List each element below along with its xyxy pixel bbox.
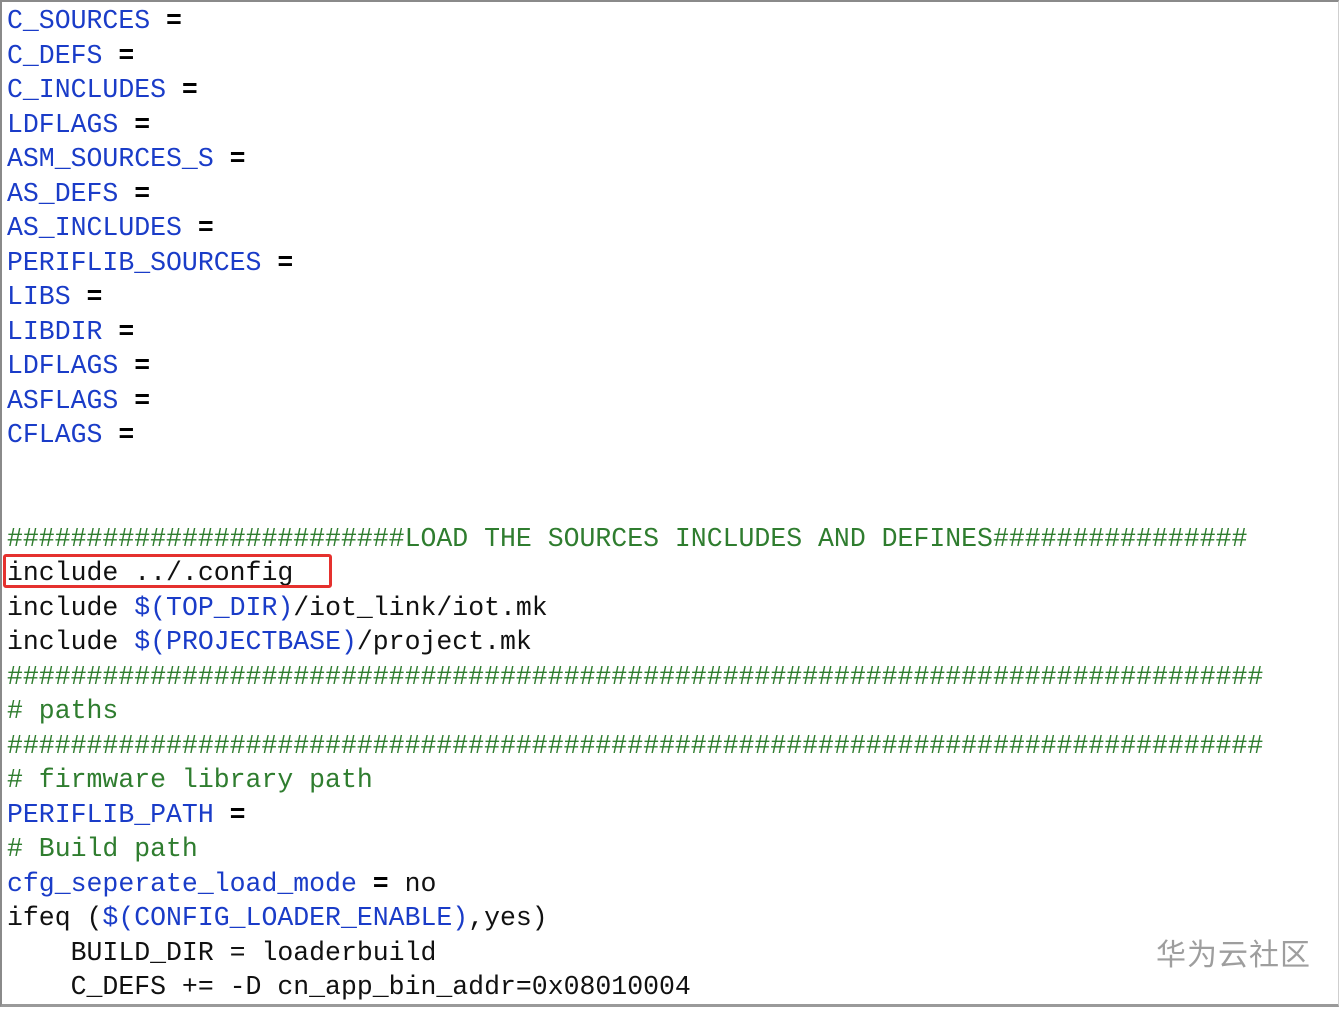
- code-line: PERIFLIB_SOURCES =: [7, 246, 1263, 281]
- code-token: /project.mk: [356, 627, 532, 657]
- code-line: C_INCLUDES =: [7, 73, 1263, 108]
- code-line: ASFLAGS =: [7, 384, 1263, 419]
- code-token: # Build path: [7, 834, 198, 864]
- watermark-text: 华为云社区: [1156, 938, 1311, 973]
- code-editor-frame: C_SOURCES = C_DEFS = C_INCLUDES = LDFLAGS =…: [0, 0, 1339, 1007]
- code-token: $(PROJECTBASE): [134, 627, 357, 657]
- code-token: LDFLAGS: [7, 109, 119, 140]
- code-token: =: [102, 40, 135, 71]
- code-token: AS_INCLUDES: [7, 213, 182, 243]
- code-token: C_INCLUDES: [7, 75, 167, 105]
- code-line: CFLAGS =: [7, 418, 1263, 453]
- code-line: LDFLAGS =: [7, 108, 1263, 143]
- code-token: ########################################…: [7, 730, 1264, 761]
- code-line: BUILD_DIR = loaderbuild: [7, 936, 1263, 971]
- code-token: ASM_SOURCES_S: [7, 144, 214, 174]
- code-token: =: [102, 316, 135, 347]
- code-token: PERIFLIB_SOURCES: [7, 247, 262, 278]
- code-token: =: [118, 385, 151, 416]
- code-token: =: [118, 351, 151, 381]
- code-token: PERIFLIB_PATH: [7, 799, 214, 830]
- code-token: include: [7, 592, 135, 623]
- code-token: AS_DEFS: [7, 178, 119, 209]
- code-token: ,yes): [468, 903, 548, 933]
- code-token: =: [261, 247, 294, 278]
- code-token: ASFLAGS: [7, 385, 119, 416]
- code-token: BUILD_DIR = loaderbuild: [7, 937, 437, 968]
- code-token: LIBDIR: [7, 316, 103, 347]
- code-token: $(TOP_DIR): [134, 592, 294, 623]
- code-line: PERIFLIB_PATH =: [7, 798, 1263, 833]
- code-token: /iot_link/iot.mk: [293, 592, 548, 623]
- code-token: =: [356, 868, 389, 899]
- code-token: =: [166, 75, 198, 105]
- code-line: ########################################…: [7, 729, 1263, 764]
- code-token: =: [70, 282, 103, 312]
- code-token: CFLAGS: [7, 420, 103, 450]
- code-line: AS_DEFS =: [7, 177, 1263, 212]
- code-token: LIBS: [7, 282, 71, 312]
- code-line: # Build path: [7, 832, 1263, 867]
- code-line: include $(PROJECTBASE)/project.mk: [7, 625, 1263, 660]
- code-line: LIBS =: [7, 280, 1263, 315]
- code-token: # paths: [7, 696, 119, 726]
- code-token: =: [213, 799, 246, 830]
- code-editor[interactable]: C_SOURCES = C_DEFS = C_INCLUDES = LDFLAGS =…: [7, 4, 1263, 1005]
- code-token: no: [388, 868, 437, 899]
- code-line: C_SOURCES =: [7, 4, 1263, 39]
- code-token: C_DEFS += -D cn_app_bin_addr=0x08010004: [7, 972, 691, 1002]
- code-token: =: [213, 144, 246, 174]
- code-line: ########################################…: [7, 660, 1263, 695]
- code-token: include ../.config: [7, 558, 294, 588]
- code-token: ifeq (: [7, 903, 103, 933]
- code-token: =: [118, 109, 151, 140]
- code-token: $(CONFIG_LOADER_ENABLE): [102, 903, 469, 933]
- code-line: # firmware library path: [7, 763, 1263, 798]
- code-token: #########################LOAD THE SOURCE…: [7, 523, 1248, 554]
- code-line: ifeq ($(CONFIG_LOADER_ENABLE),yes): [7, 901, 1263, 936]
- code-token: include: [7, 627, 135, 657]
- code-line: include $(TOP_DIR)/iot_link/iot.mk: [7, 591, 1263, 626]
- code-line: #########################LOAD THE SOURCE…: [7, 522, 1263, 557]
- code-line: C_DEFS += -D cn_app_bin_addr=0x08010004: [7, 970, 1263, 1005]
- code-line: ASM_SOURCES_S =: [7, 142, 1263, 177]
- code-line: cfg_seperate_load_mode = no: [7, 867, 1263, 902]
- code-token: =: [150, 6, 182, 36]
- code-token: =: [118, 178, 151, 209]
- code-line: C_DEFS =: [7, 39, 1263, 74]
- code-line: # paths: [7, 694, 1263, 729]
- code-line: LIBDIR =: [7, 315, 1263, 350]
- code-token: LDFLAGS: [7, 351, 119, 381]
- code-token: cfg_seperate_load_mode: [7, 868, 357, 899]
- code-line: include ../.config: [7, 556, 1263, 591]
- code-token: C_SOURCES: [7, 6, 151, 36]
- code-token: =: [102, 420, 135, 450]
- code-token: C_DEFS: [7, 40, 103, 71]
- code-token: =: [181, 213, 214, 243]
- code-line: AS_INCLUDES =: [7, 211, 1263, 246]
- code-line: LDFLAGS =: [7, 349, 1263, 384]
- code-token: # firmware library path: [7, 765, 373, 795]
- code-token: ########################################…: [7, 661, 1264, 692]
